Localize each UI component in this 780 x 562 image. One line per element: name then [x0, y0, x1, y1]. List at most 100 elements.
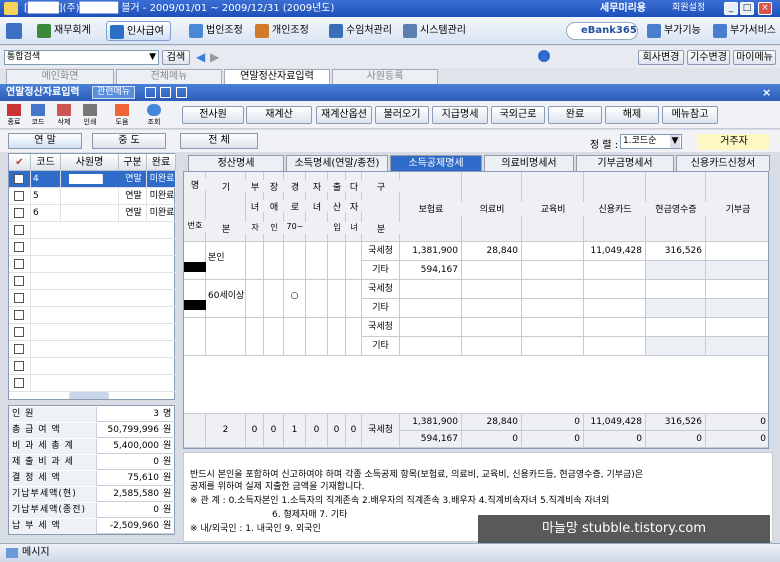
ebank-logo[interactable]: eBank365 [566, 22, 638, 40]
row-checkbox[interactable] [14, 208, 24, 218]
menu-reference-button[interactable]: 메뉴참고 [662, 106, 718, 124]
employee-row[interactable]: 5 연말 미완료 [9, 188, 176, 205]
employee-row[interactable]: 6 연말 미완료 [9, 205, 176, 222]
employee-row[interactable] [9, 307, 176, 324]
related-menu-button[interactable]: 관련메뉴 [92, 86, 136, 99]
search-select[interactable]: 통합검색 ▼ [4, 50, 159, 65]
menu-4[interactable]: 수임처관리 [326, 21, 398, 41]
my-menu-button[interactable]: 마이메뉴 [733, 50, 776, 65]
release-button[interactable]: 해제 [605, 106, 659, 124]
recalc-button[interactable]: 재계산 [246, 106, 312, 124]
employee-row[interactable] [9, 222, 176, 239]
row-checkbox[interactable] [14, 259, 24, 269]
tab-year-end-filter[interactable]: 연 말 [8, 133, 82, 149]
delete-icon[interactable]: 삭제 [54, 104, 74, 126]
help-toolbar-icon[interactable]: 도움 [112, 104, 132, 126]
status-bar: 메시지 [0, 543, 780, 562]
row-checkbox[interactable] [14, 310, 24, 320]
row-rel: 본인 [206, 242, 246, 280]
summary-row: 납 부 세 액 -2,509,960 원 [9, 519, 176, 534]
total-val: 594,167 [400, 431, 462, 448]
right-tab-1[interactable]: 소득명세(연말/종전) [286, 155, 388, 171]
tab-all-menu[interactable]: 전체메뉴 [116, 69, 222, 84]
maximize-icon[interactable]: □ [740, 2, 754, 15]
employee-row[interactable] [9, 375, 176, 392]
menu-3[interactable]: 개인조정 [252, 21, 315, 41]
print-icon[interactable]: 인쇄 [80, 104, 100, 126]
employee-row[interactable] [9, 341, 176, 358]
close-icon[interactable]: × [758, 2, 772, 15]
minimize-icon[interactable]: _ [724, 2, 738, 15]
row-checkbox[interactable] [14, 361, 24, 371]
hdr-gubun2: 분 [362, 222, 400, 234]
menu-addon[interactable]: 부가기능 [644, 21, 707, 41]
back-icon[interactable]: ◀ [196, 51, 205, 63]
all-employees-button[interactable]: 전사원 [182, 106, 244, 124]
employee-row[interactable] [9, 256, 176, 273]
employee-row[interactable] [9, 290, 176, 307]
payment-statement-button[interactable]: 지급명세 [432, 106, 488, 124]
row-checkbox[interactable] [14, 191, 24, 201]
tab-year-end[interactable]: 연말정산자료입력 [224, 69, 330, 84]
help-icon[interactable] [176, 87, 187, 98]
row-checkbox[interactable] [14, 378, 24, 388]
query-icon[interactable]: 조회 [144, 104, 164, 126]
summary-k: 비 과 세 총 계 [9, 439, 97, 454]
exit-icon[interactable]: 종료 [4, 104, 24, 126]
message-label[interactable]: 메시지 [22, 544, 50, 562]
row-flag [246, 242, 264, 280]
load-button[interactable]: 불러오기 [375, 106, 429, 124]
check-all-icon[interactable]: ✔ [9, 154, 31, 171]
right-tab-5[interactable]: 신용카드신청서 [676, 155, 770, 171]
row-checkbox[interactable] [14, 276, 24, 286]
row-checkbox[interactable] [14, 242, 24, 252]
tab-main[interactable]: 메인화면 [6, 69, 114, 84]
row-checkbox[interactable] [14, 225, 24, 235]
employee-row[interactable]: 4 연말 미완료 [9, 171, 176, 188]
window-header-title: 연말정산자료입력 [6, 87, 80, 98]
window-icon[interactable] [160, 87, 171, 98]
right-tab-0[interactable]: 정산명세 [188, 155, 284, 171]
tab-employee-reg[interactable]: 사원등록 [332, 69, 438, 84]
row-checkbox[interactable] [14, 293, 24, 303]
pin-icon[interactable] [145, 87, 156, 98]
overseas-work-button[interactable]: 국외근로 [491, 106, 545, 124]
menu-1[interactable]: 인사급여 [106, 21, 171, 41]
change-period-button[interactable]: 기수변경 [687, 50, 730, 65]
employee-row[interactable] [9, 273, 176, 290]
right-tab-3[interactable]: 의료비명세서 [484, 155, 574, 171]
sort-select[interactable]: 1.코드순 ▼ [620, 134, 682, 149]
right-tab-2[interactable]: 소득공제명세 [390, 155, 482, 171]
note-line-5: ※ 내/외국인 : 1. 내국인 9. 외국인 [190, 524, 321, 534]
forward-icon[interactable]: ▶ [210, 51, 219, 63]
menu-2[interactable]: 법인조정 [186, 21, 249, 41]
total-flag: 1 [284, 414, 306, 448]
menu-0[interactable]: 재무회계 [34, 21, 97, 41]
code-icon[interactable]: 코드 [28, 104, 48, 126]
employee-row[interactable] [9, 239, 176, 256]
right-tab-4[interactable]: 기부금명세서 [576, 155, 674, 171]
hdr-ded: 부 [246, 180, 264, 192]
menu-5[interactable]: 시스템관리 [400, 21, 472, 41]
row-checkbox[interactable] [14, 327, 24, 337]
total-val: 0 [522, 431, 584, 448]
close-window-icon[interactable]: × [762, 84, 771, 101]
search-button[interactable]: 검색 [162, 50, 190, 65]
change-company-button[interactable]: 회사변경 [638, 50, 684, 65]
hdr-ded3: 입 [328, 222, 346, 234]
refresh-icon[interactable] [538, 50, 550, 62]
row-checkbox[interactable] [14, 344, 24, 354]
member-settings[interactable]: 회원설정 [672, 0, 705, 17]
complete-button[interactable]: 완료 [548, 106, 602, 124]
menu-addon-service[interactable]: 부가서비스 [710, 21, 780, 41]
employee-row[interactable] [9, 324, 176, 341]
summary-row: 인 원 3명 [9, 407, 176, 422]
message-icon [6, 548, 18, 558]
home-icon[interactable] [6, 23, 22, 39]
employee-row[interactable] [9, 358, 176, 375]
tab-all-filter[interactable]: 전 체 [180, 133, 258, 149]
splitter-handle[interactable] [69, 391, 109, 399]
row-checkbox[interactable] [14, 174, 24, 184]
recalc-option-button[interactable]: 재계산옵션 [316, 106, 372, 124]
tab-midyear-filter[interactable]: 중 도 [92, 133, 166, 149]
